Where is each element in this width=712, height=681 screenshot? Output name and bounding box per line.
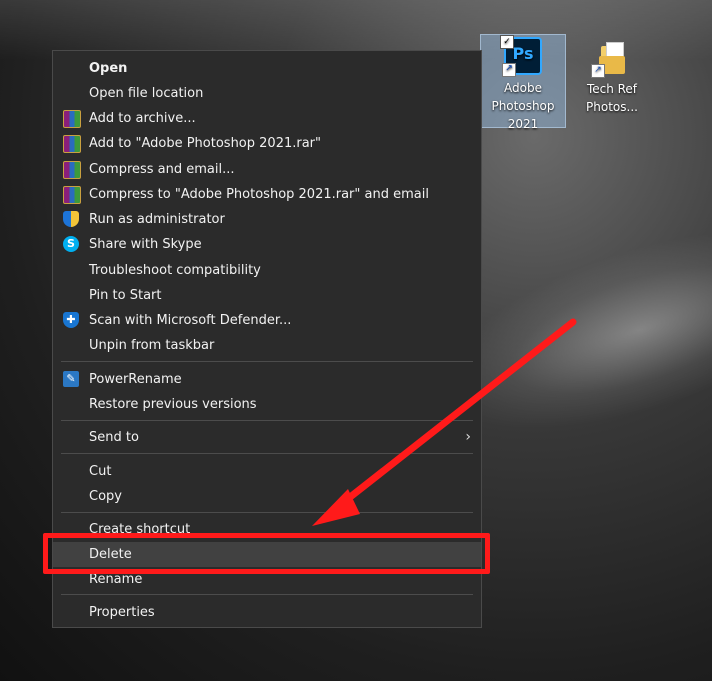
- annotation-arrow-icon: [312, 318, 577, 526]
